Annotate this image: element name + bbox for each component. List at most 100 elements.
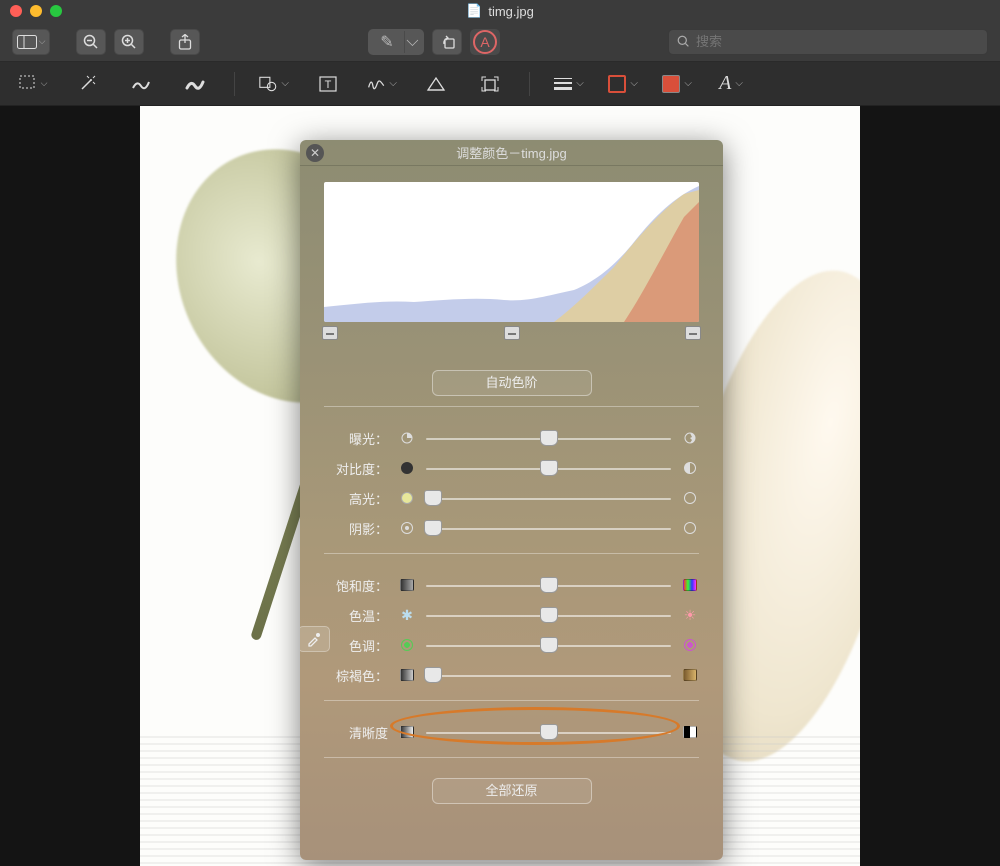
markup-toggle-button[interactable]: ✎ ⌵ — [368, 29, 424, 55]
slider-thumb[interactable] — [540, 460, 558, 476]
zoom-in-button[interactable] — [114, 29, 144, 55]
exposure-label: 曝光： — [324, 429, 388, 448]
exposure-row: 曝光： — [324, 423, 699, 453]
saturation-label: 饱和度： — [324, 576, 388, 595]
adjust-color-tool[interactable] — [421, 69, 451, 99]
draw-tool[interactable] — [180, 69, 210, 99]
exposure-slider[interactable] — [426, 430, 671, 446]
annotate-icon: A — [473, 30, 497, 54]
white-point-handle[interactable] — [685, 326, 701, 340]
panel-close-button[interactable]: ✕ — [306, 144, 324, 162]
line-style-tool[interactable]: ⌵ — [554, 69, 584, 99]
slider-thumb[interactable] — [424, 490, 442, 506]
text-style-tool[interactable]: A ⌵ — [716, 69, 746, 99]
tint-slider[interactable] — [426, 637, 671, 653]
chevron-down-icon: ⌵ — [39, 36, 46, 47]
text-tool[interactable]: T — [313, 69, 343, 99]
minimize-window-button[interactable] — [30, 5, 42, 17]
sidebar-toggle-button[interactable]: ⌵ — [12, 29, 50, 55]
sidebar-icon — [17, 35, 37, 49]
share-button[interactable] — [170, 29, 200, 55]
instant-alpha-tool[interactable] — [72, 69, 102, 99]
close-window-button[interactable] — [10, 5, 22, 17]
chevron-down-icon: ⌵ — [281, 78, 289, 89]
slider-thumb[interactable] — [540, 607, 558, 623]
divider — [324, 553, 699, 554]
search-field[interactable] — [668, 29, 988, 55]
exposure-high-icon — [681, 429, 699, 447]
sepia-low-icon — [398, 666, 416, 684]
temperature-row: 色温： ✱ ☀ — [324, 600, 699, 630]
reset-all-button[interactable]: 全部还原 — [432, 778, 592, 804]
sharpness-slider[interactable] — [426, 724, 671, 740]
sharpness-low-icon — [398, 723, 416, 741]
highlights-slider[interactable] — [426, 490, 671, 506]
sepia-label: 棕褐色： — [324, 666, 388, 685]
temperature-slider[interactable] — [426, 607, 671, 623]
rotate-button[interactable] — [432, 29, 462, 55]
tint-row: 色调： — [324, 630, 699, 660]
share-icon — [178, 34, 192, 50]
zoom-in-icon — [121, 34, 137, 50]
saturation-slider[interactable] — [426, 577, 671, 593]
black-point-handle[interactable] — [322, 326, 338, 340]
fill-color-tool[interactable]: ⌵ — [662, 69, 692, 99]
selection-tool[interactable]: ⌵ — [18, 69, 48, 99]
separator — [529, 72, 530, 96]
sepia-row: 棕褐色： — [324, 660, 699, 690]
sepia-slider[interactable] — [426, 667, 671, 683]
highlights-low-icon — [398, 489, 416, 507]
shadows-slider[interactable] — [426, 520, 671, 536]
slider-thumb[interactable] — [540, 724, 558, 740]
mid-point-handle[interactable] — [504, 326, 520, 340]
sharpness-row: 清晰度 — [324, 717, 699, 747]
shadows-label: 阴影： — [324, 519, 388, 538]
auto-levels-button[interactable]: 自动色阶 — [432, 370, 592, 396]
resize-icon — [480, 75, 500, 93]
markup-annotate-button[interactable]: A — [470, 29, 500, 55]
pencil-icon: ✎ — [372, 31, 402, 53]
chevron-down-icon: ⌵ — [684, 78, 692, 89]
panel-titlebar[interactable]: ✕ 调整颜色－timg.jpg — [300, 140, 723, 166]
sharpness-group: 清晰度 — [300, 711, 723, 747]
histogram-section — [300, 166, 723, 350]
shapes-tool[interactable]: ⌵ — [259, 69, 289, 99]
eyedropper-button[interactable] — [300, 626, 330, 652]
slider-thumb[interactable] — [540, 637, 558, 653]
search-icon — [677, 35, 690, 48]
temperature-warm-icon: ☀ — [681, 606, 699, 624]
slider-thumb[interactable] — [540, 577, 558, 593]
zoom-out-icon — [83, 34, 99, 50]
chevron-down-icon: ⌵ — [389, 78, 397, 89]
chevron-down-icon[interactable]: ⌵ — [404, 31, 420, 53]
zoom-out-button[interactable] — [76, 29, 106, 55]
slider-thumb[interactable] — [540, 430, 558, 446]
sketch-tool[interactable] — [126, 69, 156, 99]
contrast-low-icon — [398, 459, 416, 477]
tint-magenta-icon — [681, 636, 699, 654]
svg-text:T: T — [325, 79, 332, 91]
chevron-down-icon: ⌵ — [630, 78, 638, 89]
chevron-down-icon: ⌵ — [735, 78, 743, 89]
contrast-slider[interactable] — [426, 460, 671, 476]
slider-thumb[interactable] — [424, 520, 442, 536]
search-input[interactable] — [696, 34, 979, 49]
adjust-size-tool[interactable] — [475, 69, 505, 99]
highlights-high-icon — [681, 489, 699, 507]
tint-label: 色调： — [324, 636, 388, 655]
sign-tool[interactable]: ⌵ — [367, 69, 397, 99]
zoom-window-button[interactable] — [50, 5, 62, 17]
histogram-levels — [324, 326, 699, 344]
chevron-down-icon: ⌵ — [576, 78, 584, 89]
temperature-cold-icon: ✱ — [398, 606, 416, 624]
draw-icon — [185, 76, 205, 92]
slider-thumb[interactable] — [424, 667, 442, 683]
line-weight-icon — [554, 78, 572, 90]
adjust-color-icon — [426, 76, 446, 92]
color-sliders-group: 饱和度： 色温： ✱ ☀ 色调： — [300, 564, 723, 690]
magic-wand-icon — [78, 75, 96, 93]
border-color-tool[interactable]: ⌵ — [608, 69, 638, 99]
rotate-icon — [438, 34, 456, 50]
divider — [324, 700, 699, 701]
separator — [234, 72, 235, 96]
